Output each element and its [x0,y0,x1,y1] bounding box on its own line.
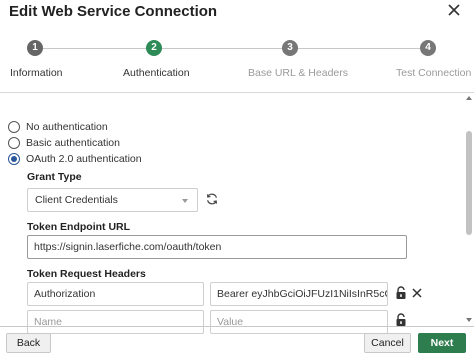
radio-button[interactable] [8,121,20,133]
grant-type-select[interactable]: Client Credentials [27,188,198,212]
new-header-value-input[interactable]: Value [210,310,388,334]
radio-label: Basic authentication [26,137,120,149]
radio-button-selected[interactable] [8,153,20,165]
radio-basic-authentication[interactable]: Basic authentication [8,136,120,150]
grant-type-label: Grant Type [27,171,82,183]
scroll-up-icon[interactable] [466,96,472,100]
header-value-input[interactable]: Bearer eyJhbGciOiJFUzI1NiIsInR5cCI6Ikp [210,282,388,306]
header-divider [0,92,474,93]
step-3-label: Base URL & Headers [248,67,348,79]
scrollbar-thumb[interactable] [466,131,472,235]
unlock-icon [396,313,406,326]
header-name-input[interactable]: Authorization [27,282,204,306]
step-1-label: Information [10,67,63,79]
refresh-icon [207,193,217,205]
remove-icon [412,288,422,298]
unlock-button[interactable] [394,286,408,300]
chevron-down-icon [182,199,188,203]
back-button[interactable]: Back [6,333,51,353]
step-2-indicator: 2 [146,40,162,56]
cancel-button[interactable]: Cancel [364,333,411,353]
step-connector [160,48,282,49]
dialog-title: Edit Web Service Connection [9,3,218,20]
refresh-button[interactable] [205,192,221,208]
unlock-icon [396,286,406,299]
radio-label: OAuth 2.0 authentication [26,153,142,165]
step-connector [42,48,146,49]
step-4-label: Test Connection [396,67,472,79]
step-4-indicator: 4 [420,40,436,56]
scroll-down-icon[interactable] [466,318,472,322]
radio-no-authentication[interactable]: No authentication [8,120,108,134]
stepper: 1 2 3 4 Information Authentication Base … [0,36,474,86]
footer-divider [0,326,474,327]
step-1-indicator: 1 [27,40,43,56]
radio-button[interactable] [8,137,20,149]
radio-label: No authentication [26,121,108,133]
close-icon [448,4,460,16]
radio-oauth2-authentication[interactable]: OAuth 2.0 authentication [8,152,142,166]
next-button[interactable]: Next [418,333,466,353]
remove-header-button[interactable] [410,286,424,300]
unlock-button[interactable] [394,313,408,327]
close-button[interactable] [446,2,466,22]
step-2-label: Authentication [123,67,190,79]
token-endpoint-label: Token Endpoint URL [27,221,131,233]
step-connector [296,48,420,49]
token-endpoint-input[interactable]: https://signin.laserfiche.com/oauth/toke… [27,235,407,259]
grant-type-value: Client Credentials [35,194,118,206]
new-header-name-input[interactable]: Name [27,310,204,334]
step-3-indicator: 3 [282,40,298,56]
edit-web-service-dialog: Edit Web Service Connection 1 2 3 4 Info… [0,0,474,356]
token-headers-label: Token Request Headers [27,268,146,280]
